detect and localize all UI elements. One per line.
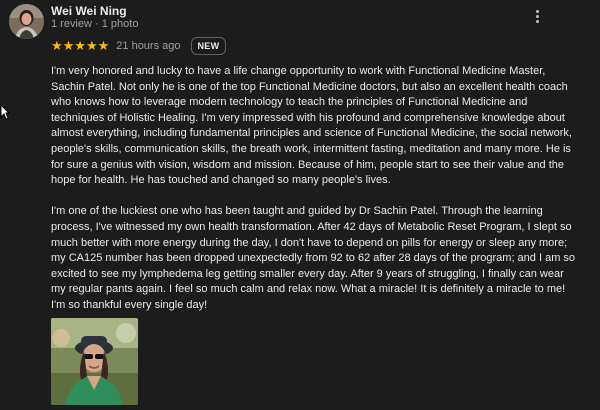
reviewer-avatar[interactable] [9, 4, 44, 39]
review-text: I'm very honored and lucky to have a lif… [51, 64, 576, 314]
more-vertical-icon[interactable] [530, 9, 544, 27]
star-rating: ★★★★★ [51, 38, 110, 53]
new-badge: NEW [190, 37, 227, 55]
rating-row: ★★★★★ 21 hours ago NEW [51, 37, 227, 55]
review-photo[interactable] [51, 318, 138, 405]
review-card: Wei Wei Ning 1 review · 1 photo ★★★★★ 21… [0, 0, 600, 410]
mouse-cursor-icon [0, 103, 11, 120]
review-paragraph: I'm one of the luckiest one who has been… [51, 205, 576, 311]
reviewer-meta: 1 review · 1 photo [51, 18, 139, 30]
review-paragraph: I'm very honored and lucky to have a lif… [51, 65, 572, 187]
reviewer-name[interactable]: Wei Wei Ning [51, 4, 127, 18]
review-time: 21 hours ago [116, 40, 181, 52]
